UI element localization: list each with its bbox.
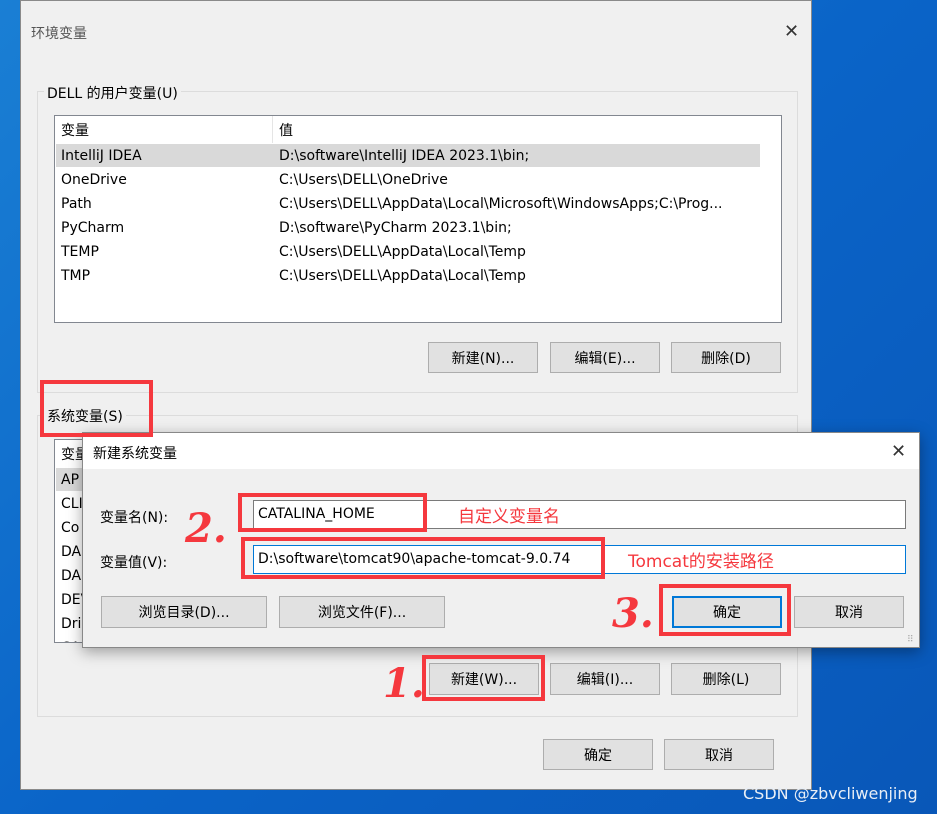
- user-var-name[interactable]: PyCharm: [61, 216, 124, 240]
- user-var-value[interactable]: C:\Users\DELL\AppData\Local\Temp: [279, 240, 526, 264]
- sys-var-name[interactable]: AP: [61, 468, 79, 492]
- close-icon[interactable]: ✕: [784, 21, 799, 42]
- dialog-title: 新建系统变量: [93, 446, 177, 462]
- annotation-box-new: [422, 655, 545, 701]
- cancel-button[interactable]: 取消: [664, 739, 774, 770]
- user-vars-label: DELL 的用户变量(U): [44, 83, 181, 103]
- user-var-name[interactable]: OneDrive: [61, 168, 127, 192]
- user-new-button[interactable]: 新建(N)...: [428, 342, 538, 373]
- sys-delete-button[interactable]: 删除(L): [671, 663, 781, 695]
- header-var[interactable]: 变量: [61, 119, 89, 143]
- user-var-value[interactable]: C:\Users\DELL\AppData\Local\Temp: [279, 264, 526, 288]
- user-var-name[interactable]: TMP: [61, 264, 90, 288]
- browse-file-button[interactable]: 浏览文件(F)...: [279, 596, 445, 628]
- sys-var-name[interactable]: DA: [61, 564, 81, 588]
- window-title: 环境变量: [31, 26, 87, 42]
- sys-var-name[interactable]: Dri: [61, 612, 81, 636]
- annotation-box-sys-vars: [40, 380, 153, 437]
- annotation-value-note: Tomcat的安装路径: [628, 552, 774, 572]
- resize-grip-icon[interactable]: ⠿: [907, 635, 914, 645]
- column-divider: [272, 116, 273, 143]
- annotation-step-2: 2.: [185, 505, 227, 552]
- user-var-name[interactable]: IntelliJ IDEA: [61, 144, 142, 168]
- user-edit-button[interactable]: 编辑(E)...: [550, 342, 660, 373]
- header-value[interactable]: 值: [279, 119, 293, 143]
- user-var-value[interactable]: C:\Users\DELL\OneDrive: [279, 168, 448, 192]
- annotation-box-ok: [659, 584, 791, 636]
- sys-var-name[interactable]: Co: [61, 516, 79, 540]
- user-var-name[interactable]: Path: [61, 192, 92, 216]
- sys-var-name[interactable]: CLI: [61, 492, 83, 516]
- annotation-step-1: 1.: [383, 660, 425, 707]
- watermark: CSDN @zbvcliwenjing: [743, 784, 918, 803]
- name-label: 变量名(N):: [100, 510, 169, 526]
- close-icon[interactable]: ✕: [891, 441, 906, 462]
- dialog-cancel-button[interactable]: 取消: [794, 596, 904, 628]
- user-var-value[interactable]: D:\software\PyCharm 2023.1\bin;: [279, 216, 512, 240]
- user-var-value[interactable]: C:\Users\DELL\AppData\Local\Microsoft\Wi…: [279, 192, 723, 216]
- user-var-value[interactable]: D:\software\IntelliJ IDEA 2023.1\bin;: [279, 144, 529, 168]
- annotation-name-note: 自定义变量名: [458, 507, 560, 527]
- browse-directory-button[interactable]: 浏览目录(D)...: [101, 596, 267, 628]
- sys-var-name[interactable]: CA: [61, 636, 80, 642]
- sys-var-name[interactable]: DA: [61, 540, 81, 564]
- user-var-name[interactable]: TEMP: [61, 240, 99, 264]
- sys-edit-button[interactable]: 编辑(I)...: [550, 663, 660, 695]
- user-delete-button[interactable]: 删除(D): [671, 342, 781, 373]
- annotation-box-name: [238, 493, 427, 532]
- ok-button[interactable]: 确定: [543, 739, 653, 770]
- annotation-box-value: [241, 537, 605, 579]
- value-label: 变量值(V):: [100, 555, 168, 571]
- user-vars-list[interactable]: 变量 值 IntelliJ IDEA D:\software\IntelliJ I…: [54, 115, 782, 323]
- annotation-step-3: 3.: [612, 590, 654, 637]
- dialog-titlebar: 新建系统变量 ✕: [83, 433, 919, 469]
